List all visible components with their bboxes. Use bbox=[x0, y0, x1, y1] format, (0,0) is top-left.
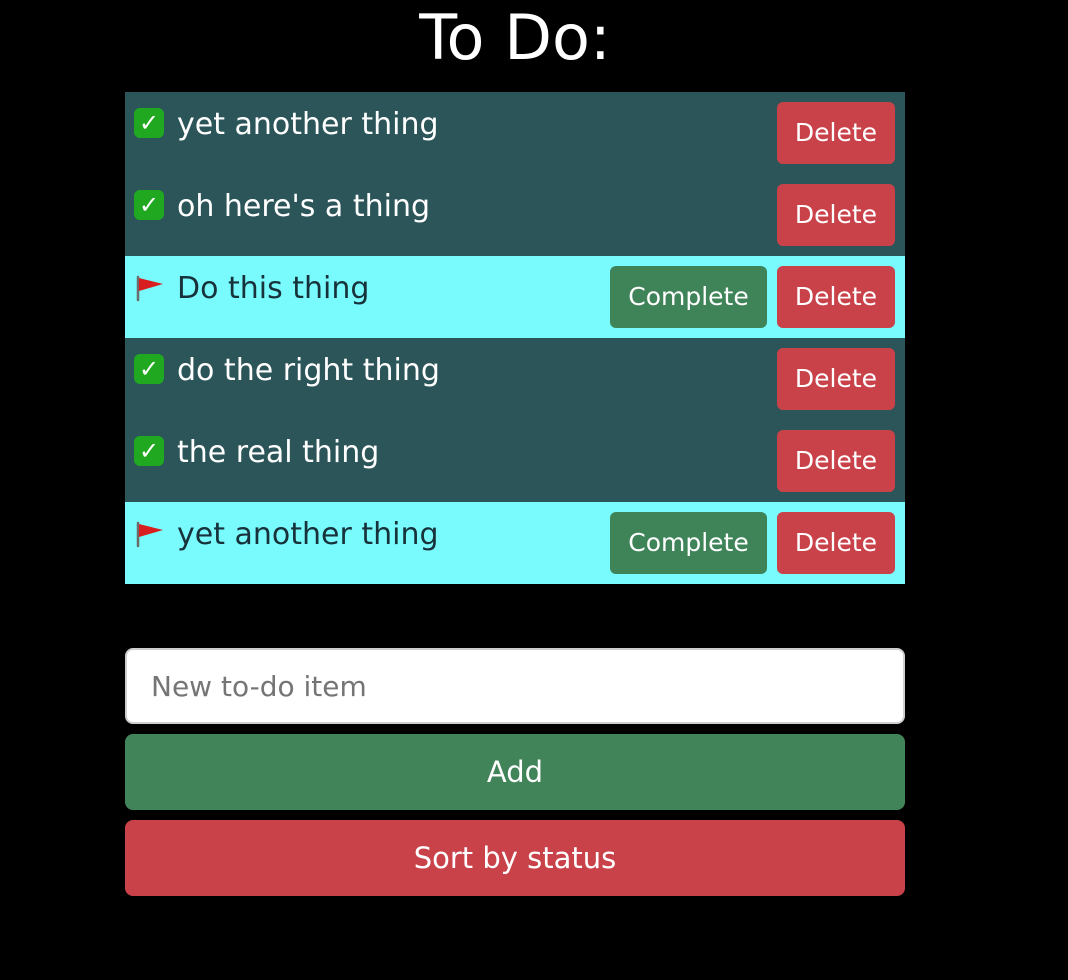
page-title: To Do: bbox=[419, 1, 611, 74]
delete-button[interactable]: Delete bbox=[777, 184, 895, 246]
todo-item-text: yet another thing bbox=[177, 107, 439, 142]
todo-item-text: oh here's a thing bbox=[177, 189, 431, 224]
todo-item-text: the real thing bbox=[177, 435, 380, 470]
todo-list: ✓ yet another thing Delete ✓ oh here's a… bbox=[125, 92, 905, 584]
check-mark-icon: ✓ bbox=[134, 436, 166, 468]
todo-item: Do this thing Complete Delete bbox=[125, 256, 905, 338]
todo-app: To Do: ✓ yet another thing Delete ✓ oh h… bbox=[0, 0, 1068, 980]
todo-item: ✓ oh here's a thing Delete bbox=[125, 174, 905, 256]
delete-button[interactable]: Delete bbox=[777, 102, 895, 164]
add-button[interactable]: Add bbox=[125, 734, 905, 810]
todo-item-text: Do this thing bbox=[177, 271, 370, 306]
delete-button[interactable]: Delete bbox=[777, 266, 895, 328]
delete-button[interactable]: Delete bbox=[777, 348, 895, 410]
sort-by-status-button[interactable]: Sort by status bbox=[125, 820, 905, 896]
todo-item: ✓ do the right thing Delete bbox=[125, 338, 905, 420]
todo-item-text: yet another thing bbox=[177, 517, 439, 552]
todo-item: ✓ yet another thing Delete bbox=[125, 92, 905, 174]
todo-item: yet another thing Complete Delete bbox=[125, 502, 905, 584]
check-mark-icon: ✓ bbox=[134, 190, 166, 222]
red-flag-icon bbox=[134, 518, 166, 550]
delete-button[interactable]: Delete bbox=[777, 430, 895, 492]
check-mark-icon: ✓ bbox=[134, 354, 166, 386]
red-flag-icon bbox=[134, 272, 166, 304]
delete-button[interactable]: Delete bbox=[777, 512, 895, 574]
todo-item-text: do the right thing bbox=[177, 353, 440, 388]
complete-button[interactable]: Complete bbox=[610, 266, 767, 328]
todo-item: ✓ the real thing Delete bbox=[125, 420, 905, 502]
check-mark-icon: ✓ bbox=[134, 108, 166, 140]
new-todo-input[interactable] bbox=[125, 648, 905, 724]
complete-button[interactable]: Complete bbox=[610, 512, 767, 574]
